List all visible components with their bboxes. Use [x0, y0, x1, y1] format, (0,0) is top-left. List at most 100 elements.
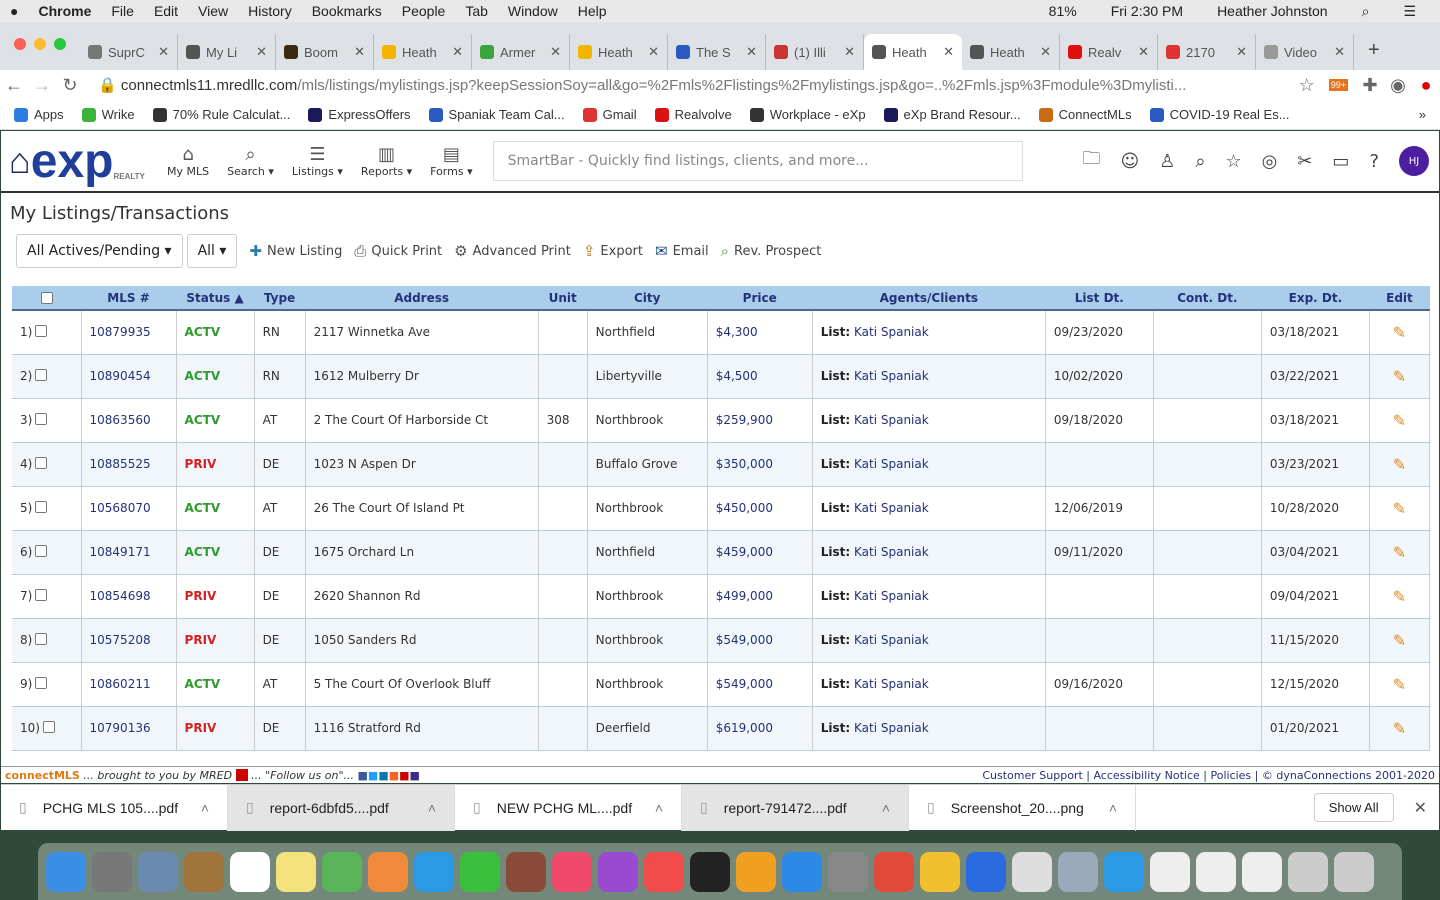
help-icon[interactable]: ?	[1369, 151, 1379, 172]
bookmark-item[interactable]: Apps	[14, 107, 64, 122]
menu-tab[interactable]: Tab	[465, 3, 488, 19]
select-all-checkbox[interactable]	[40, 292, 53, 304]
row-checkbox[interactable]	[35, 457, 48, 469]
mred-social-icon[interactable]: ■	[399, 769, 409, 782]
column-header[interactable]: Type	[254, 286, 306, 311]
twitter-icon[interactable]: ■	[368, 769, 378, 782]
type-filter-dropdown[interactable]: All ▾	[186, 234, 238, 268]
facebook-icon[interactable]: ■	[358, 769, 368, 782]
tab-close-icon[interactable]: ✕	[1040, 44, 1051, 60]
download-item[interactable]: ▯ PCHG MLS 105....pdf ˄	[1, 784, 228, 831]
column-header[interactable]: Status ▲	[176, 286, 255, 311]
bookmark-item[interactable]: Gmail	[582, 107, 637, 122]
column-header[interactable]: City	[587, 286, 708, 311]
download-item[interactable]: ▯ NEW PCHG ML....pdf ˄	[455, 784, 682, 831]
row-checkbox[interactable]	[35, 633, 48, 645]
browser-tab[interactable]: Heath ✕	[864, 34, 962, 70]
row-checkbox[interactable]	[35, 545, 48, 557]
bookmark-item[interactable]: 70% Rule Calculat...	[152, 107, 290, 122]
pencil-icon[interactable]: ✎	[1393, 455, 1406, 474]
bookmark-item[interactable]: ExpressOffers	[308, 107, 411, 122]
nav-list[interactable]: ☰ Listings ▾	[292, 144, 343, 178]
download-item[interactable]: ▯ report-6dbfd5....pdf ˄	[228, 784, 455, 831]
column-header[interactable]: Exp. Dt.	[1261, 286, 1370, 311]
tab-close-icon[interactable]: ✕	[648, 44, 659, 60]
pencil-icon[interactable]: ✎	[1393, 719, 1406, 738]
column-header[interactable]: Address	[305, 286, 539, 311]
nav-document[interactable]: ▤ Forms ▾	[430, 144, 472, 178]
rev-prospect-button[interactable]: ⌕ Rev. Prospect	[721, 242, 822, 260]
dock-app-icon[interactable]	[230, 851, 270, 892]
agent-link[interactable]: Kati Spaniak	[854, 633, 929, 647]
tab-close-icon[interactable]: ✕	[1236, 44, 1247, 60]
bookmark-item[interactable]: Wrike	[81, 107, 135, 122]
pencil-icon[interactable]: ✎	[1393, 499, 1406, 518]
close-icon[interactable]: ✕	[1414, 798, 1427, 818]
control-list-icon[interactable]: ☰	[1403, 3, 1416, 20]
tab-close-icon[interactable]: ✕	[746, 44, 757, 60]
browser-tab[interactable]: Heath ✕	[570, 34, 668, 70]
dock-app-icon[interactable]	[184, 851, 224, 892]
globe-icon[interactable]: ◎	[1262, 151, 1278, 172]
spotlight-icon[interactable]: ⌕	[1362, 3, 1370, 20]
dock-app-icon[interactable]	[1242, 851, 1282, 892]
agent-link[interactable]: Kati Spaniak	[854, 413, 929, 427]
dock-app-icon[interactable]	[1334, 851, 1374, 892]
quick-print-button[interactable]: ⎙ Quick Print	[354, 242, 442, 260]
chevron-up-icon[interactable]: ˄	[655, 800, 663, 816]
dock-app-icon[interactable]	[46, 851, 86, 892]
mls[interactable]: 10890454	[90, 369, 151, 383]
advanced-print-button[interactable]: ⚙ Advanced Print	[454, 242, 571, 260]
dock-app-icon[interactable]	[460, 851, 500, 892]
bookmark-item[interactable]: Workplace - eXp	[749, 107, 866, 122]
pencil-icon[interactable]: ✎	[1393, 587, 1406, 606]
menu-bookmarks[interactable]: Bookmarks	[312, 3, 382, 19]
column-header[interactable]: Edit	[1369, 286, 1430, 311]
dock-app-icon[interactable]	[414, 851, 454, 892]
agent-link[interactable]: Kati Spaniak	[854, 721, 929, 735]
column-header[interactable]: MLS #	[81, 286, 177, 311]
mred-icon[interactable]	[235, 769, 248, 781]
pencil-icon[interactable]: ✎	[1393, 543, 1406, 562]
mls[interactable]: 10575208	[90, 633, 151, 647]
exp-realty-logo[interactable]: ⌂ exp REALTY	[9, 135, 149, 188]
row-checkbox[interactable]	[35, 325, 48, 338]
column-header[interactable]: Price	[707, 286, 813, 311]
url-field[interactable]: 🔒 connectmls11.mredllc.com/mls/listings/…	[98, 76, 1293, 94]
dock-app-icon[interactable]	[506, 851, 546, 892]
card-icon[interactable]: ▭	[1332, 151, 1349, 172]
linkedin-icon[interactable]: ■	[378, 769, 388, 782]
folder-icon[interactable]: 🗀	[1082, 146, 1100, 176]
bookmark-item[interactable]: Spaniak Team Cal...	[428, 107, 565, 122]
nav-home[interactable]: ⌂ My MLS	[167, 144, 209, 178]
agent-link[interactable]: Kati Spaniak	[854, 325, 929, 339]
new-tab-icon[interactable]: +	[1368, 39, 1380, 62]
column-header[interactable]: List Dt.	[1045, 286, 1154, 311]
search-icon[interactable]: ⌕	[1195, 151, 1205, 172]
dock-app-icon[interactable]	[874, 851, 914, 892]
profile-icon[interactable]: ◉	[1384, 75, 1412, 96]
browser-tab[interactable]: Heath ✕	[374, 34, 472, 70]
reload-icon[interactable]: ↻	[56, 75, 84, 96]
tab-close-icon[interactable]: ✕	[550, 44, 561, 60]
mls[interactable]: 10860211	[90, 677, 151, 691]
row-checkbox[interactable]	[42, 721, 55, 733]
dock-app-icon[interactable]	[92, 851, 132, 892]
nav-bar-chart[interactable]: ▥ Reports ▾	[361, 144, 412, 178]
dock-app-icon[interactable]	[1288, 851, 1328, 892]
star-icon[interactable]: ☆	[1225, 151, 1241, 172]
column-header[interactable]: Cont. Dt.	[1153, 286, 1262, 311]
extensions-icon[interactable]: ✚	[1356, 75, 1384, 96]
back-icon[interactable]: ←	[0, 75, 28, 96]
dock-app-icon[interactable]	[966, 851, 1006, 892]
tab-close-icon[interactable]: ✕	[158, 44, 169, 60]
pencil-icon[interactable]: ✎	[1393, 367, 1406, 386]
tab-close-icon[interactable]: ✕	[844, 44, 855, 60]
column-header[interactable]: Agents/Clients	[812, 286, 1046, 311]
browser-tab[interactable]: SuprC ✕	[80, 34, 178, 70]
menu-help[interactable]: Help	[578, 3, 607, 19]
show-all-button[interactable]: Show All	[1313, 793, 1394, 822]
user-name[interactable]: Heather Johnston	[1217, 3, 1328, 20]
mls[interactable]: 10879935	[90, 325, 151, 339]
chevron-up-icon[interactable]: ˄	[1109, 800, 1117, 816]
